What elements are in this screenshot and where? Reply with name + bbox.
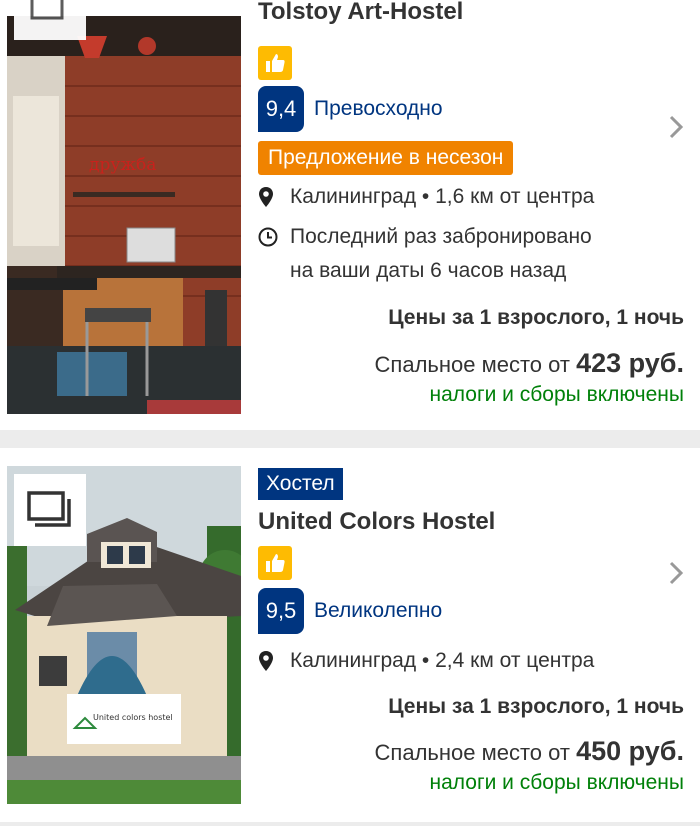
location-row: Калининград • 1,6 км от центра <box>258 180 684 214</box>
hotel-photo[interactable]: дружба <box>7 16 241 414</box>
score-box: 9,5 <box>258 588 304 634</box>
review-score: 9,4 Превосходно <box>258 86 684 132</box>
gallery-icon[interactable] <box>14 474 86 546</box>
price-prefix: Спальное место от <box>374 740 570 765</box>
booking-note-line2: на ваши даты 6 часов назад <box>290 259 567 282</box>
thumbs-up-icon <box>258 46 292 80</box>
price-prefix: Спальное место от <box>374 352 570 377</box>
hotel-name[interactable]: United Colors Hostel <box>258 508 684 536</box>
photo-sign-text: дружба <box>89 155 156 175</box>
property-type-badge: Хостел <box>258 468 343 500</box>
location-text: Калининград • 2,4 км от центра <box>290 649 595 672</box>
thumbs-up-icon <box>258 546 292 580</box>
price-header: Цены за 1 взрослого, 1 ночь <box>388 306 684 329</box>
hostel-card-tolstoy[interactable]: дружба Tolstoy Art-Hostel 9,4 Превосходн… <box>0 0 700 430</box>
hotel-name[interactable]: Tolstoy Art-Hostel <box>258 0 684 26</box>
score-box: 9,4 <box>258 86 304 132</box>
booking-note: Последний раз забронировано на ваши даты… <box>258 220 684 288</box>
price-row: Спальное место от 423 руб. <box>258 348 684 379</box>
chevron-right-icon[interactable] <box>668 114 684 145</box>
location-pin-icon <box>258 180 290 214</box>
clock-icon <box>258 220 290 254</box>
price-header: Цены за 1 взрослого, 1 ночь <box>388 695 684 718</box>
price-value: 450 руб. <box>576 736 684 766</box>
gallery-icon[interactable] <box>14 0 86 40</box>
photo-sign-text: United colors hostel <box>93 713 173 722</box>
hostel-card-united-colors[interactable]: United colors hostel Хостел United Color… <box>0 448 700 822</box>
promo-badge: Предложение в несезон <box>258 141 514 175</box>
tax-note: налоги и сборы включены <box>429 383 684 406</box>
location-row: Калининград • 2,4 км от центра <box>258 644 684 678</box>
location-text: Калининград • 1,6 км от центра <box>290 185 595 208</box>
price-value: 423 руб. <box>576 348 684 378</box>
location-pin-icon <box>258 644 290 678</box>
review-score: 9,5 Великолепно <box>258 588 684 634</box>
score-label: Великолепно <box>314 599 443 622</box>
booking-note-line1: Последний раз забронировано <box>290 225 592 248</box>
price-row: Спальное место от 450 руб. <box>258 736 684 767</box>
next-card-stub <box>0 826 700 840</box>
chevron-right-icon[interactable] <box>668 560 684 591</box>
tax-note: налоги и сборы включены <box>429 771 684 794</box>
score-label: Превосходно <box>314 97 443 120</box>
